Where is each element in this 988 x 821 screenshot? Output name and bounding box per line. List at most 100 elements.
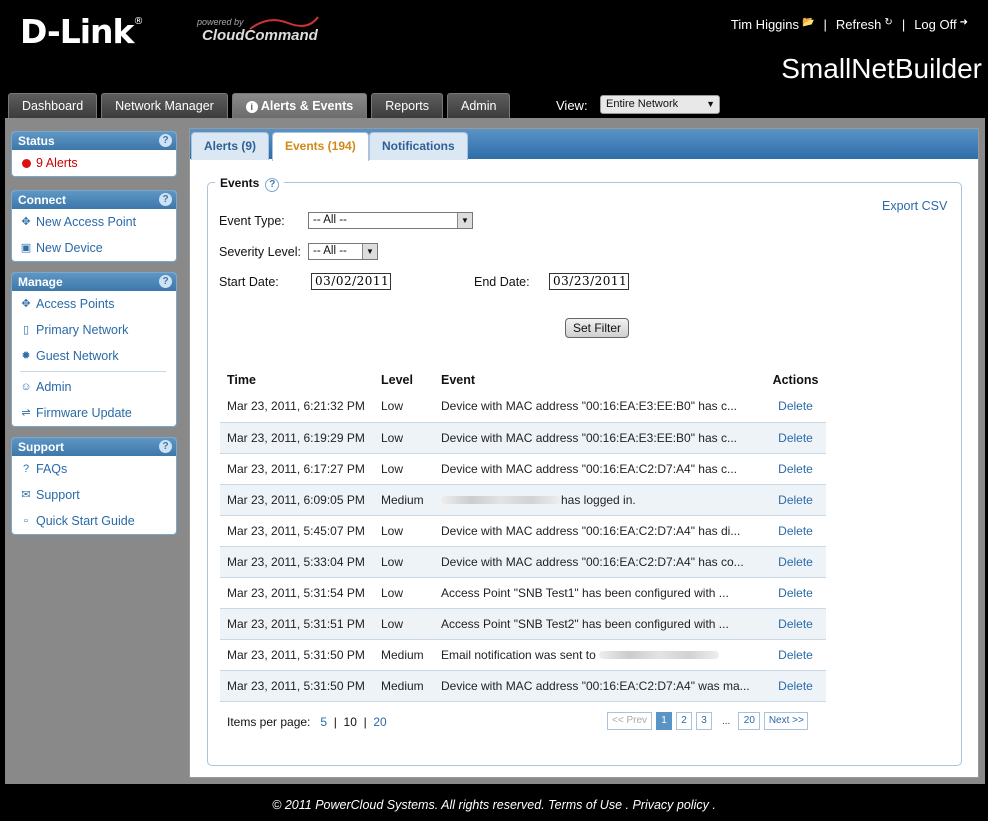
event-cell: Device with MAC address "00:16:EA:C2:D7:…	[434, 546, 765, 578]
separator: |	[901, 17, 906, 32]
refresh-icon: ↻	[884, 17, 893, 28]
logoff-link[interactable]: Log Off ➜	[914, 17, 968, 32]
tab-admin[interactable]: Admin	[447, 93, 511, 119]
ipp-option-10[interactable]: 10	[344, 715, 357, 729]
view-select[interactable]: Entire Network ▼	[600, 95, 720, 114]
table-row: Mar 23, 2011, 6:17:27 PM Low Device with M…	[220, 453, 826, 485]
help-icon[interactable]: ?	[159, 440, 172, 453]
user-link[interactable]: Tim Higgins 📂	[731, 17, 815, 32]
panel-title: Manage?	[12, 273, 176, 291]
top-user-bar: Tim Higgins 📂 | Refresh ↻ | Log Off ➜	[731, 17, 968, 32]
help-icon[interactable]: ?	[265, 178, 280, 192]
level-cell: Low	[374, 608, 434, 640]
page-20[interactable]: 20	[738, 712, 761, 730]
page-2[interactable]: 2	[676, 712, 692, 730]
page-1[interactable]: 1	[656, 712, 672, 730]
col-time[interactable]: Time	[220, 369, 374, 391]
help-icon[interactable]: ?	[159, 275, 172, 288]
table-row: Mar 23, 2011, 6:21:32 PM Low Device with M…	[220, 391, 826, 423]
sidebar-item-new-access-point[interactable]: ✥ New Access Point	[12, 209, 176, 235]
delete-link[interactable]: Delete	[765, 453, 826, 485]
page-3[interactable]: 3	[696, 712, 712, 730]
time-cell: Mar 23, 2011, 6:21:32 PM	[220, 391, 374, 423]
delete-link[interactable]: Delete	[765, 391, 826, 423]
sidebar-item-quick-start-guide[interactable]: ▫ Quick Start Guide	[12, 508, 176, 534]
connect-panel: Connect? ✥ New Access Point ▣ New Device	[11, 190, 177, 262]
table-row: Mar 23, 2011, 5:31:50 PM Medium Device wit…	[220, 670, 826, 702]
refresh-link[interactable]: Refresh ↻	[836, 17, 893, 32]
tab-alerts[interactable]: Alerts (9)	[191, 132, 270, 160]
end-date-input[interactable]: 03/23/2011	[549, 273, 629, 290]
user-icon: ☺	[20, 381, 32, 393]
status-panel: Status? 9 Alerts	[11, 131, 177, 177]
sidebar-item-new-device[interactable]: ▣ New Device	[12, 235, 176, 261]
time-cell: Mar 23, 2011, 6:19:29 PM	[220, 422, 374, 454]
device-icon: ▣	[20, 242, 32, 254]
sidebar-item-access-points[interactable]: ✥ Access Points	[12, 291, 176, 317]
dlink-logo: D-Link®	[20, 12, 143, 51]
help-icon[interactable]: ?	[159, 134, 172, 147]
powered-by-label: powered by	[197, 17, 244, 27]
separator: |	[823, 17, 827, 32]
tab-alerts-events[interactable]: i Alerts & Events	[231, 93, 368, 119]
alert-dot-icon	[22, 158, 31, 168]
delete-link[interactable]: Delete	[765, 670, 826, 702]
help-icon[interactable]: ?	[159, 193, 172, 206]
time-cell: Mar 23, 2011, 5:31:50 PM	[220, 670, 374, 702]
sidebar-item-admin[interactable]: ☺ Admin	[12, 374, 176, 400]
ipp-option-5[interactable]: 5	[320, 715, 327, 729]
sidebar-item-firmware-update[interactable]: ⇌ Firmware Update	[12, 400, 176, 426]
content-area: Alerts (9) Events (194) Notifications Ev…	[189, 128, 979, 778]
delete-link[interactable]: Delete	[765, 422, 826, 454]
severity-select[interactable]: -- All -- ▼	[308, 243, 378, 260]
delete-link[interactable]: Delete	[765, 484, 826, 516]
tab-reports[interactable]: Reports	[371, 93, 443, 119]
chevron-down-icon: ▼	[706, 99, 715, 109]
time-cell: Mar 23, 2011, 6:17:27 PM	[220, 453, 374, 485]
sidebar-item-faqs[interactable]: ? FAQs	[12, 456, 176, 482]
support-panel: Support? ? FAQs ✉ Support ▫ Quick Start Gui…	[11, 437, 177, 535]
event-cell: Access Point "SNB Test1" has been config…	[434, 577, 765, 609]
view-label: View:	[556, 98, 588, 113]
panel-title: Support?	[12, 438, 176, 456]
next-page-button[interactable]: Next >>	[764, 712, 809, 730]
tab-events[interactable]: Events (194)	[272, 132, 369, 161]
tab-dashboard[interactable]: Dashboard	[8, 93, 98, 119]
update-arrows-icon: ⇌	[21, 407, 31, 419]
delete-link[interactable]: Delete	[765, 608, 826, 640]
delete-link[interactable]: Delete	[765, 639, 826, 671]
export-csv-link[interactable]: Export CSV	[882, 199, 947, 213]
gear-icon: ✹	[21, 350, 31, 362]
delete-link[interactable]: Delete	[765, 577, 826, 609]
events-title: Events?	[215, 176, 285, 192]
level-cell: Low	[374, 422, 434, 454]
level-cell: Medium	[374, 639, 434, 671]
divider	[20, 371, 166, 372]
tab-notifications[interactable]: Notifications	[369, 132, 468, 160]
document-icon: ▫	[24, 515, 28, 527]
start-date-input[interactable]: 03/02/2011	[311, 273, 391, 290]
sidebar-item-alerts[interactable]: 9 Alerts	[12, 150, 176, 176]
time-cell: Mar 23, 2011, 5:31:54 PM	[220, 577, 374, 609]
time-cell: Mar 23, 2011, 5:31:50 PM	[220, 639, 374, 671]
sidebar-item-guest-network[interactable]: ✹ Guest Network	[12, 343, 176, 369]
col-level[interactable]: Level	[374, 369, 434, 391]
panel-title: Connect?	[12, 191, 176, 209]
delete-link[interactable]: Delete	[765, 546, 826, 578]
table-header-row: Time Level Event Actions	[220, 369, 826, 391]
col-event[interactable]: Event	[434, 369, 765, 391]
question-icon: ?	[22, 463, 30, 475]
ipp-option-20[interactable]: 20	[373, 715, 386, 729]
logoff-icon: ➜	[959, 17, 968, 28]
manage-panel: Manage? ✥ Access Points ▯ Primary Network …	[11, 272, 177, 427]
severity-label: Severity Level:	[219, 245, 301, 259]
set-filter-button[interactable]: Set Filter	[565, 318, 629, 338]
prev-page-button[interactable]: << Prev	[607, 712, 652, 730]
redacted-text	[599, 651, 720, 660]
event-type-select[interactable]: -- All -- ▼	[308, 212, 473, 229]
sidebar-item-support[interactable]: ✉ Support	[12, 482, 176, 508]
tab-network-manager[interactable]: Network Manager	[101, 93, 228, 119]
sidebar-item-primary-network[interactable]: ▯ Primary Network	[12, 317, 176, 343]
level-cell: Medium	[374, 670, 434, 702]
delete-link[interactable]: Delete	[765, 515, 826, 547]
